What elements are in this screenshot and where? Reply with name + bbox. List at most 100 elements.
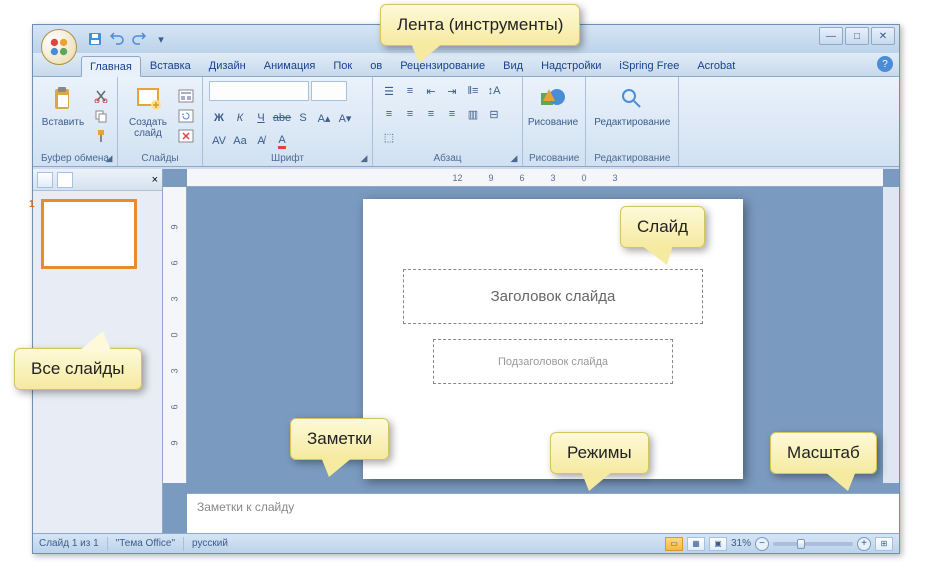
zoom-slider-thumb[interactable] (797, 539, 805, 549)
layout-button[interactable] (176, 87, 196, 105)
window-controls: — □ ✕ (819, 27, 895, 45)
tab-slideshow[interactable]: Пок (324, 55, 361, 76)
tab-insert[interactable]: Вставка (141, 55, 200, 76)
office-button[interactable] (41, 29, 77, 65)
minimize-button[interactable]: — (819, 27, 843, 45)
normal-view-button[interactable]: ▭ (665, 537, 683, 551)
drawing-button[interactable]: Рисование (529, 81, 577, 151)
decrease-indent-button[interactable]: ⇤ (421, 81, 441, 101)
horizontal-ruler[interactable]: 12 9 6 3 0 3 (187, 169, 883, 187)
quick-access-toolbar: ▾ (85, 29, 171, 49)
cut-button[interactable] (91, 87, 111, 105)
clear-format-button[interactable]: A̸ (251, 131, 271, 151)
tab-view[interactable]: Вид (494, 55, 532, 76)
strikethrough-button[interactable]: abe (272, 108, 292, 128)
zoom-out-button[interactable]: − (755, 537, 769, 551)
underline-button[interactable]: Ч (251, 108, 271, 128)
copy-button[interactable] (91, 107, 111, 125)
tab-ispring[interactable]: iSpring Free (610, 55, 688, 76)
font-family-combo[interactable] (209, 81, 309, 101)
close-panel-button[interactable]: × (152, 174, 158, 186)
format-painter-button[interactable] (91, 127, 111, 145)
line-spacing-button[interactable]: ‖≡ (463, 81, 483, 101)
zoom-in-button[interactable]: + (857, 537, 871, 551)
text-direction-button[interactable]: ↕A (484, 81, 504, 101)
change-case-button[interactable]: Aa (230, 131, 250, 151)
shrink-font-button[interactable]: A▾ (335, 108, 355, 128)
fit-button[interactable]: ⊞ (875, 537, 893, 551)
clipboard-launcher[interactable]: ◢ (103, 152, 115, 164)
font-label: Шрифт (209, 151, 366, 164)
tab-home[interactable]: Главная (81, 56, 141, 77)
brush-icon (94, 129, 108, 143)
notes-pane[interactable]: Заметки к слайду (187, 493, 899, 533)
close-button[interactable]: ✕ (871, 27, 895, 45)
paragraph-launcher[interactable]: ◢ (508, 152, 520, 164)
font-size-combo[interactable] (311, 81, 347, 101)
justify-button[interactable]: ≡ (442, 104, 462, 124)
callout-all-slides: Все слайды (14, 348, 142, 390)
sorter-view-button[interactable]: ▦ (687, 537, 705, 551)
thumbnail-list: 1 (33, 191, 162, 277)
align-center-button[interactable]: ≡ (400, 104, 420, 124)
save-button[interactable] (85, 29, 105, 49)
paste-button[interactable]: Вставить (39, 81, 87, 151)
workspace: × 1 12 9 6 3 0 3 9 6 3 0 (33, 169, 899, 533)
delete-slide-button[interactable] (176, 127, 196, 145)
font-color-button[interactable]: A (272, 131, 292, 151)
outline-tab[interactable] (57, 172, 73, 188)
maximize-button[interactable]: □ (845, 27, 869, 45)
slide-thumbnail[interactable] (41, 199, 137, 269)
char-spacing-button[interactable]: AV (209, 131, 229, 151)
shapes-icon (539, 85, 567, 113)
subtitle-placeholder[interactable]: Подзаголовок слайда (433, 339, 673, 384)
paste-icon (49, 85, 77, 113)
new-slide-icon (134, 85, 162, 113)
font-launcher[interactable]: ◢ (358, 152, 370, 164)
columns-button[interactable]: ▥ (463, 104, 483, 124)
zoom-percent[interactable]: 31% (731, 538, 751, 549)
align-text-button[interactable]: ⊟ (484, 104, 504, 124)
tab-design[interactable]: Дизайн (200, 55, 255, 76)
ribbon-tabs: Главная Вставка Дизайн Анимация Пок ов Р… (33, 53, 899, 77)
slideshow-view-button[interactable]: ▣ (709, 537, 727, 551)
align-right-button[interactable]: ≡ (421, 104, 441, 124)
callout-slide: Слайд (620, 206, 705, 248)
increase-indent-button[interactable]: ⇥ (442, 81, 462, 101)
new-slide-button[interactable]: Создать слайд (124, 81, 172, 151)
bullets-button[interactable]: ☰ (379, 81, 399, 101)
convert-smartart-button[interactable]: ⬚ (379, 127, 399, 147)
group-editing: Редактирование Редактирование (586, 77, 679, 166)
zoom-slider[interactable] (773, 542, 853, 546)
editing-button[interactable]: Редактирование (592, 81, 672, 151)
tab-animation[interactable]: Анимация (255, 55, 325, 76)
ribbon: Вставить Буфер обмена ◢ Создать слайд (33, 77, 899, 167)
cut-icon (94, 89, 108, 103)
status-language[interactable]: русский (192, 538, 228, 549)
group-paragraph: ☰ ≡ ⇤ ⇥ ‖≡ ↕A ≡ ≡ ≡ ≡ ▥ ⊟ ⬚ (373, 77, 523, 166)
tab-acrobat[interactable]: Acrobat (688, 55, 744, 76)
group-font: Ж К Ч abe S A▴ A▾ AV Aa A̸ A Шрифт ◢ (203, 77, 373, 166)
bold-button[interactable]: Ж (209, 108, 229, 128)
editing-big-label: Редактирование (594, 117, 670, 128)
title-placeholder[interactable]: Заголовок слайда (403, 269, 703, 324)
vertical-ruler[interactable]: 9 6 3 0 3 6 9 (163, 187, 187, 483)
numbering-button[interactable]: ≡ (400, 81, 420, 101)
tab-addins[interactable]: Надстройки (532, 55, 610, 76)
redo-button[interactable] (129, 29, 149, 49)
drawing-label: Рисование (529, 151, 579, 164)
tab-slideshow2[interactable]: ов (361, 55, 391, 76)
help-button[interactable]: ? (877, 56, 893, 72)
italic-button[interactable]: К (230, 108, 250, 128)
slides-tab[interactable] (37, 172, 53, 188)
vertical-scrollbar[interactable] (883, 187, 899, 483)
qat-dropdown[interactable]: ▾ (151, 29, 171, 49)
group-slides: Создать слайд Слайды (118, 77, 203, 166)
paste-label: Вставить (42, 117, 84, 128)
callout-views: Режимы (550, 432, 649, 474)
shadow-button[interactable]: S (293, 108, 313, 128)
align-left-button[interactable]: ≡ (379, 104, 399, 124)
grow-font-button[interactable]: A▴ (314, 108, 334, 128)
reset-button[interactable] (176, 107, 196, 125)
undo-button[interactable] (107, 29, 127, 49)
